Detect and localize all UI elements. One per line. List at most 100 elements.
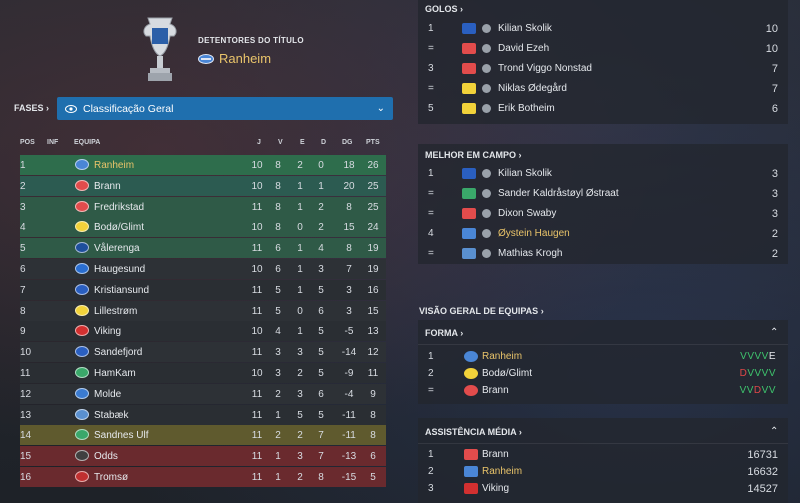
form-team-name[interactable]: Brann <box>482 385 509 396</box>
table-row[interactable]: 14 Sandnes Ulf 11 2 2 7 -11 8 <box>20 425 386 446</box>
row-team-name[interactable]: HamKam <box>94 368 136 379</box>
table-row[interactable]: 12 Molde 11 2 3 6 -4 9 <box>20 383 386 404</box>
row-team-name[interactable]: Viking <box>94 326 121 337</box>
player-row[interactable]: = Dixon Swaby 3 <box>418 205 788 223</box>
col-team[interactable]: EQUIPA <box>74 139 100 146</box>
player-row[interactable]: 3 Trond Viggo Nonstad 7 <box>418 60 788 78</box>
row-dg: -11 <box>342 430 356 442</box>
row-j: 11 <box>251 284 263 296</box>
stages-label[interactable]: FASES › <box>14 103 49 113</box>
table-row[interactable]: 8 Lillestrøm 11 5 0 6 3 15 <box>20 300 386 321</box>
form-row[interactable]: 2 Bodø/Glimt DVVVV <box>418 365 788 383</box>
form-result: V <box>768 385 776 396</box>
player-row[interactable]: = Niklas Ødegård 7 <box>418 80 788 98</box>
row-team-name[interactable]: Bodø/Glimt <box>94 222 144 233</box>
table-row[interactable]: 6 Haugesund 10 6 1 3 7 19 <box>20 259 386 279</box>
table-row[interactable]: 10 Sandefjord 11 3 3 5 -14 12 <box>20 342 386 363</box>
collapse-form-icon[interactable]: ⌃ <box>770 327 778 338</box>
player-row[interactable]: 5 Erik Botheim 6 <box>418 100 788 118</box>
row-v: 3 <box>275 368 281 379</box>
row-pts: 8 <box>370 430 376 442</box>
attendance-rank: 3 <box>428 483 434 494</box>
player-name[interactable]: Niklas Ødegård <box>498 83 567 94</box>
row-d: 3 <box>318 264 324 275</box>
attendance-title[interactable]: ASSISTÊNCIA MÉDIA › <box>425 427 522 437</box>
table-row[interactable]: 16 Tromsø 11 1 2 8 -15 5 <box>20 467 386 487</box>
collapse-attendance-icon[interactable]: ⌃ <box>770 426 778 437</box>
stage-select-dropdown[interactable]: Classificação Geral ⌄ <box>57 97 393 120</box>
form-row[interactable]: 1 Ranheim VVVVE <box>418 348 788 366</box>
player-row[interactable]: = David Ezeh 10 <box>418 40 788 58</box>
form-row[interactable]: = Brann VVDVV <box>418 382 788 400</box>
attendance-row[interactable]: 3 Viking 14527 <box>418 480 788 498</box>
player-name[interactable]: Dixon Swaby <box>498 208 556 219</box>
player-value: 10 <box>765 43 778 55</box>
player-name[interactable]: Trond Viggo Nonstad <box>498 63 592 74</box>
row-j: 10 <box>251 180 263 192</box>
table-row[interactable]: 15 Odds 11 1 3 7 -13 6 <box>20 446 386 467</box>
motm-title[interactable]: MELHOR EM CAMPO › <box>425 150 522 160</box>
col-won[interactable]: V <box>278 139 283 146</box>
player-row[interactable]: = Mathias Krogh 2 <box>418 245 788 263</box>
row-team-name[interactable]: Tromsø <box>94 472 128 483</box>
row-team-name[interactable]: Sandefjord <box>94 347 142 358</box>
attendance-row[interactable]: 2 Ranheim 16632 <box>418 463 788 481</box>
table-row[interactable]: 3 Fredrikstad 11 8 1 2 8 25 <box>20 196 386 217</box>
table-row[interactable]: 1 Ranheim 10 8 2 0 18 26 <box>20 155 386 175</box>
row-team-name[interactable]: Kristiansund <box>94 285 149 296</box>
overview-title[interactable]: VISÃO GERAL DE EQUIPAS › <box>419 306 544 316</box>
row-team-name[interactable]: Molde <box>94 389 121 400</box>
col-inf[interactable]: INF <box>47 139 58 146</box>
player-row[interactable]: 4 Øystein Haugen 2 <box>418 225 788 243</box>
col-lost[interactable]: D <box>321 139 326 146</box>
row-team-name[interactable]: Fredrikstad <box>94 202 144 213</box>
attendance-team-name[interactable]: Viking <box>482 483 509 494</box>
table-row[interactable]: 5 Vålerenga 11 6 1 4 8 19 <box>20 238 386 259</box>
player-row[interactable]: = Sander Kaldråstøyl Østraat 3 <box>418 185 788 203</box>
player-row[interactable]: 1 Kilian Skolik 10 <box>418 20 788 38</box>
player-name[interactable]: Mathias Krogh <box>498 248 562 259</box>
row-team-name[interactable]: Sandnes Ulf <box>94 430 148 441</box>
row-pts: 6 <box>370 451 376 463</box>
row-team-name[interactable]: Lillestrøm <box>94 306 137 317</box>
row-dg: 18 <box>343 160 355 171</box>
table-row[interactable]: 7 Kristiansund 11 5 1 5 3 16 <box>20 279 386 300</box>
table-row[interactable]: 13 Stabæk 11 1 5 5 -11 8 <box>20 404 386 425</box>
player-name[interactable]: Kilian Skolik <box>498 23 552 34</box>
attendance-row[interactable]: 1 Brann 16731 <box>418 446 788 464</box>
chevron-right-icon: › <box>460 328 464 338</box>
row-team-name[interactable]: Haugesund <box>94 264 145 275</box>
col-played[interactable]: J <box>257 139 261 146</box>
row-team-name[interactable]: Ranheim <box>94 160 134 171</box>
row-team-name[interactable]: Stabæk <box>94 410 128 421</box>
attendance-team-name[interactable]: Ranheim <box>482 466 522 477</box>
player-name[interactable]: Sander Kaldråstøyl Østraat <box>498 188 619 199</box>
goals-title[interactable]: GOLOS › <box>425 4 463 14</box>
club-logo-icon <box>462 248 476 259</box>
row-team-name[interactable]: Vålerenga <box>94 243 140 254</box>
attendance-team-name[interactable]: Brann <box>482 449 509 460</box>
form-title[interactable]: FORMA › <box>425 328 463 338</box>
player-name[interactable]: Erik Botheim <box>498 103 555 114</box>
motm-title-text: MELHOR EM CAMPO <box>425 150 516 160</box>
table-row[interactable]: 9 Viking 10 4 1 5 -5 13 <box>20 321 386 342</box>
title-holders-team[interactable]: Ranheim <box>198 51 271 66</box>
table-row[interactable]: 4 Bodø/Glimt 10 8 0 2 15 24 <box>20 217 386 238</box>
col-goal-diff[interactable]: DG <box>342 139 353 146</box>
table-row[interactable]: 11 HamKam 10 3 2 5 -9 11 <box>20 363 386 383</box>
row-pts: 19 <box>367 264 379 275</box>
row-team-name[interactable]: Brann <box>94 181 121 192</box>
form-team-name[interactable]: Bodø/Glimt <box>482 368 532 379</box>
league-table-header: POS INF EQUIPA J V E D DG PTS <box>20 139 386 151</box>
col-pos[interactable]: POS <box>20 139 35 146</box>
col-points[interactable]: PTS <box>366 139 380 146</box>
player-name[interactable]: David Ezeh <box>498 43 549 54</box>
row-v: 5 <box>275 305 281 317</box>
col-drawn[interactable]: E <box>300 139 305 146</box>
form-team-name[interactable]: Ranheim <box>482 351 522 362</box>
player-name[interactable]: Øystein Haugen <box>498 228 570 239</box>
table-row[interactable]: 2 Brann 10 8 1 1 20 25 <box>20 175 386 196</box>
player-row[interactable]: 1 Kilian Skolik 3 <box>418 165 788 183</box>
player-name[interactable]: Kilian Skolik <box>498 168 552 179</box>
row-team-name[interactable]: Odds <box>94 451 118 462</box>
